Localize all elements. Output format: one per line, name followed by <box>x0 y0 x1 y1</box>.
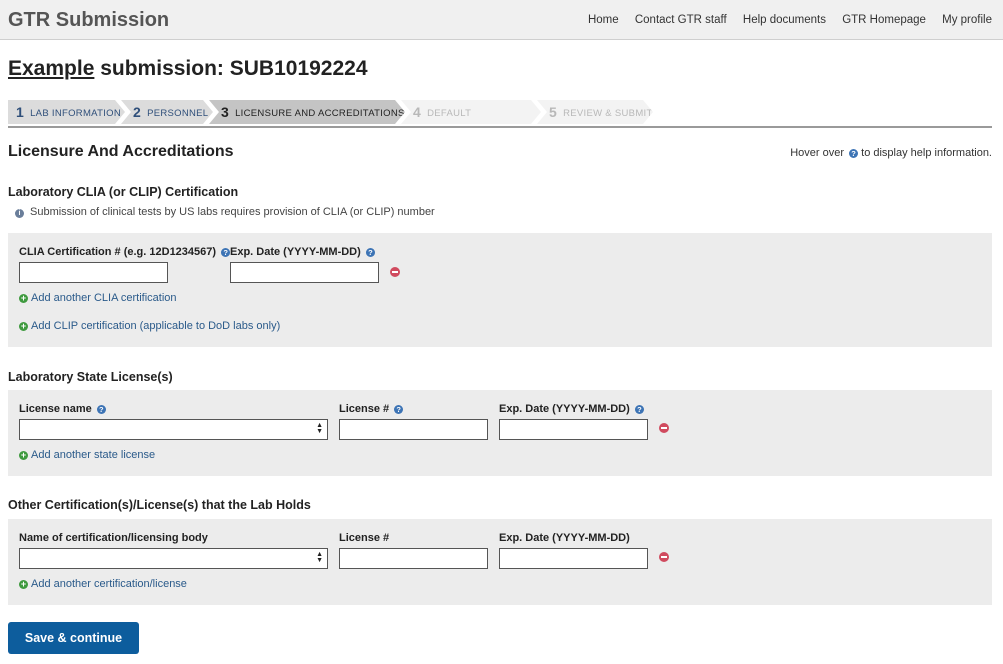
nav-gtr-homepage-link[interactable]: GTR Homepage <box>842 14 926 26</box>
plus-circle-icon: + <box>19 321 28 331</box>
step-number: 1 <box>16 104 25 120</box>
other-exp-date-input[interactable] <box>499 548 648 569</box>
plus-circle-icon: + <box>19 450 28 460</box>
license-exp-label: Exp. Date (YYYY-MM-DD) ? <box>499 403 644 415</box>
step-number: 4 <box>413 104 422 120</box>
other-license-number-input[interactable] <box>339 548 488 569</box>
remove-clia-icon[interactable] <box>390 267 400 277</box>
nav-contact-link[interactable]: Contact GTR staff <box>635 14 727 26</box>
other-exp-label: Exp. Date (YYYY-MM-DD) <box>499 532 630 544</box>
clia-section-title: Laboratory CLIA (or CLIP) Certification <box>8 185 239 199</box>
clia-exp-label: Exp. Date (YYYY-MM-DD) ? <box>230 246 375 258</box>
page-title-submission-id: submission: SUB10192224 <box>94 57 368 80</box>
step-label: Lab information <box>30 108 121 119</box>
add-other-cert-link[interactable]: + Add another certification/license <box>19 578 187 590</box>
step-default-parameters: 4 Default parameters <box>401 100 541 124</box>
question-circle-icon[interactable]: ? <box>365 248 375 257</box>
license-exp-label-text: Exp. Date (YYYY-MM-DD) <box>499 403 630 415</box>
add-state-license-link[interactable]: + Add another state license <box>19 449 155 461</box>
add-clia-link-text: Add another CLIA certification <box>31 292 177 304</box>
nav-help-docs-link[interactable]: Help documents <box>743 14 826 26</box>
other-cert-panel: Name of certification/licensing body Lic… <box>8 519 992 605</box>
license-number-input[interactable] <box>339 419 488 440</box>
clia-cert-label: CLIA Certification # (e.g. 12D1234567) ? <box>19 246 231 258</box>
clia-exp-date-input[interactable] <box>230 262 379 283</box>
other-license-number-label: License # <box>339 532 390 544</box>
step-label: Review & submit <box>563 108 653 119</box>
add-state-license-link-text: Add another state license <box>31 449 156 461</box>
clia-panel: CLIA Certification # (e.g. 12D1234567) ?… <box>8 233 992 347</box>
question-circle-icon[interactable]: ? <box>394 405 404 414</box>
license-name-label: License name ? <box>19 403 106 415</box>
top-header: GTR Submission Home Contact GTR staff He… <box>0 0 1003 40</box>
clia-note-text: Submission of clinical tests by US labs … <box>30 206 435 218</box>
add-clip-link-text: Add CLIP certification (applicable to Do… <box>31 320 281 332</box>
license-number-label-text: License # <box>339 403 390 415</box>
hover-help-text-post: to display help information. <box>861 147 992 159</box>
remove-state-license-icon[interactable] <box>659 423 669 433</box>
section-title: Licensure And Accreditations <box>8 143 234 160</box>
license-number-label: License # ? <box>339 403 404 415</box>
page-title-example: Example <box>8 57 95 80</box>
question-circle-icon[interactable]: ? <box>96 405 106 414</box>
clia-cert-label-text: CLIA Certification # (e.g. 12D1234567) <box>19 246 217 258</box>
hover-help-text-pre: Hover over <box>790 147 845 159</box>
step-number: 3 <box>221 104 230 120</box>
remove-other-cert-icon[interactable] <box>659 552 669 562</box>
step-review-submit: 5 Review & submit <box>537 100 653 124</box>
cert-body-label: Name of certification/licensing body <box>19 532 208 544</box>
state-license-section-title: Laboratory State License(s) <box>8 370 173 384</box>
step-divider <box>8 126 992 128</box>
license-name-label-text: License name <box>19 403 92 415</box>
question-circle-icon[interactable]: ? <box>221 248 231 257</box>
add-other-cert-link-text: Add another certification/license <box>31 578 187 590</box>
nav-home-link[interactable]: Home <box>588 14 619 26</box>
plus-circle-icon: + <box>19 293 28 303</box>
other-cert-section-title: Other Certification(s)/License(s) that t… <box>8 498 311 512</box>
step-label: Personnel <box>147 108 209 119</box>
step-licensure-accreditations[interactable]: 3 Licensure and accreditations <box>209 100 405 124</box>
question-circle-icon: ? <box>849 149 859 158</box>
state-license-panel: License name ? License # ? Exp. Date (YY… <box>8 390 992 476</box>
cert-body-select[interactable]: ▲ ▼ <box>19 548 328 569</box>
license-exp-date-input[interactable] <box>499 419 648 440</box>
add-clip-link[interactable]: + Add CLIP certification (applicable to D… <box>19 320 280 332</box>
step-number: 5 <box>549 104 558 120</box>
top-nav: Home Contact GTR staff Help documents GT… <box>575 14 992 26</box>
app-title: GTR Submission <box>8 9 170 31</box>
plus-circle-icon: + <box>19 579 28 589</box>
select-arrows-icon: ▲ ▼ <box>316 551 323 564</box>
clia-cert-input[interactable] <box>19 262 168 283</box>
step-label: Licensure and accreditations <box>235 108 405 119</box>
question-circle-icon[interactable]: ? <box>634 405 644 414</box>
info-circle-icon: i <box>15 209 24 218</box>
clia-exp-label-text: Exp. Date (YYYY-MM-DD) <box>230 246 361 258</box>
hover-help-hint: Hover over ? to display help information… <box>790 147 992 159</box>
add-clia-link[interactable]: + Add another CLIA certification <box>19 292 177 304</box>
step-personnel[interactable]: 2 Personnel <box>121 100 213 124</box>
page-title: Example submission: SUB10192224 <box>8 57 368 81</box>
save-continue-button[interactable]: Save & continue <box>8 622 139 654</box>
step-lab-information[interactable]: 1 Lab information <box>8 100 125 124</box>
step-number: 2 <box>133 104 142 120</box>
select-arrows-icon: ▲ ▼ <box>316 422 323 435</box>
license-name-select[interactable]: ▲ ▼ <box>19 419 328 440</box>
nav-my-profile-link[interactable]: My profile <box>942 14 992 26</box>
clia-note: i Submission of clinical tests by US labs… <box>15 206 435 218</box>
